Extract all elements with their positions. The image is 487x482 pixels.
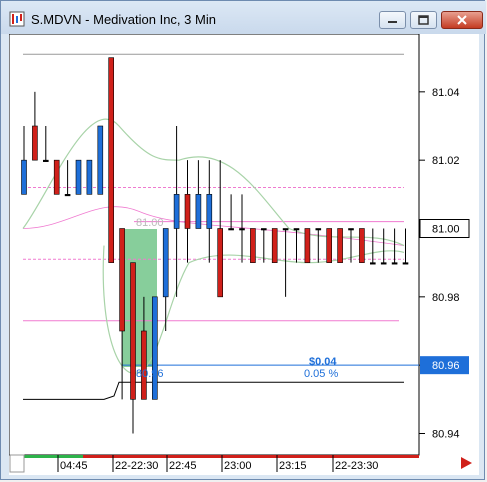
price-tick-label: 80.98 bbox=[432, 292, 460, 304]
price-axis: 81.0481.0281.0080.9880.9680.9481.0080.96 bbox=[419, 87, 470, 441]
bar-body bbox=[380, 262, 387, 265]
bar-body bbox=[271, 228, 278, 263]
bar-body bbox=[228, 228, 234, 231]
bar-body bbox=[195, 194, 202, 229]
time-tick-label: 22-23:30 bbox=[335, 460, 378, 472]
price-chart[interactable]: 81.00 80.96 $0.04 0.05 % 81.04 81.02 81.00… bbox=[8, 33, 479, 475]
price-tick-label: 81.02 bbox=[432, 155, 460, 167]
price-zone bbox=[122, 229, 157, 367]
plot-frame bbox=[8, 33, 420, 456]
bar-body bbox=[130, 262, 136, 400]
ohlc-bar bbox=[97, 125, 104, 195]
bar-body bbox=[293, 228, 300, 231]
percent-change-label: 0.05 % bbox=[304, 368, 338, 380]
chart-app-icon bbox=[9, 11, 25, 27]
bar-body bbox=[184, 194, 191, 229]
bar-body bbox=[119, 228, 125, 332]
time-tick-label: 22:45 bbox=[169, 460, 197, 472]
bar-body bbox=[239, 228, 245, 231]
bar-body bbox=[326, 228, 333, 263]
close-icon bbox=[457, 15, 467, 25]
bar-body bbox=[173, 194, 180, 229]
restore-button[interactable] bbox=[410, 11, 437, 29]
corner-box[interactable] bbox=[9, 454, 25, 473]
current-price-label: 81.00 bbox=[432, 224, 460, 236]
price-change-label: $0.04 bbox=[309, 356, 337, 368]
ohlc-bar bbox=[152, 296, 158, 400]
ohlc-bar bbox=[86, 159, 93, 195]
ohlc-bar bbox=[250, 228, 256, 263]
price-tick-label: 80.94 bbox=[432, 429, 460, 441]
restore-icon bbox=[418, 15, 429, 25]
bar-body bbox=[42, 159, 49, 162]
bar-body bbox=[32, 125, 38, 161]
zone-low-label: 80.96 bbox=[136, 368, 164, 380]
time-tick-label: 23:15 bbox=[279, 460, 307, 472]
window-title: S.MDVN - Medivation Inc, 3 Min bbox=[31, 12, 216, 27]
bar-body bbox=[359, 228, 365, 263]
bar-body bbox=[53, 159, 60, 195]
minimize-icon bbox=[388, 21, 397, 23]
ohlc-bar bbox=[326, 228, 333, 263]
bar-body bbox=[141, 330, 147, 400]
ohlc-bar bbox=[75, 159, 82, 195]
ohlc-bar bbox=[271, 228, 278, 263]
bar-body bbox=[402, 262, 409, 265]
ohlc-bar bbox=[359, 228, 365, 263]
chart-canvas[interactable]: 81.00 80.96 $0.04 0.05 % 81.04 81.02 81.00… bbox=[8, 33, 479, 475]
bar-body bbox=[348, 228, 354, 231]
bar-body bbox=[304, 228, 311, 263]
scroll-right-icon[interactable] bbox=[461, 457, 472, 469]
bar-body bbox=[86, 159, 93, 195]
bar-body bbox=[21, 159, 27, 195]
time-tick-label: 22-22:30 bbox=[115, 460, 158, 472]
ohlc-bar bbox=[304, 228, 311, 263]
time-tick-label: 04:45 bbox=[60, 460, 88, 472]
bar-body bbox=[369, 262, 376, 265]
time-axis: 04:45 22-22:30 22:45 23:00 23:15 22-23:30 bbox=[23, 455, 419, 472]
close-button[interactable] bbox=[441, 11, 483, 29]
ohlc-bar bbox=[108, 57, 114, 263]
bar-body bbox=[97, 125, 104, 195]
ohlc-bar bbox=[53, 159, 60, 195]
bar-body bbox=[315, 228, 322, 231]
marker-price-label: 80.96 bbox=[432, 360, 460, 372]
bar-body bbox=[108, 57, 114, 263]
bar-body bbox=[217, 228, 223, 298]
title-bar[interactable]: S.MDVN - Medivation Inc, 3 Min bbox=[1, 1, 486, 34]
bar-body bbox=[337, 228, 343, 263]
bar-body bbox=[162, 228, 169, 298]
bar-body bbox=[75, 159, 82, 195]
session-strip-green bbox=[23, 455, 83, 458]
bar-body bbox=[261, 228, 267, 231]
chart-window: S.MDVN - Medivation Inc, 3 Min 81.00 80.… bbox=[0, 0, 486, 480]
ohlc-bar bbox=[337, 228, 343, 263]
minimize-button[interactable] bbox=[379, 11, 406, 29]
time-tick-label: 23:00 bbox=[224, 460, 252, 472]
price-tick-label: 81.04 bbox=[432, 87, 460, 99]
bar-body bbox=[152, 296, 158, 400]
zone-high-label: 81.00 bbox=[136, 217, 164, 229]
bar-body bbox=[282, 228, 289, 231]
bar-body bbox=[250, 228, 256, 263]
bar-body bbox=[206, 194, 213, 229]
bar-body bbox=[64, 194, 71, 197]
bar-body bbox=[391, 262, 398, 265]
